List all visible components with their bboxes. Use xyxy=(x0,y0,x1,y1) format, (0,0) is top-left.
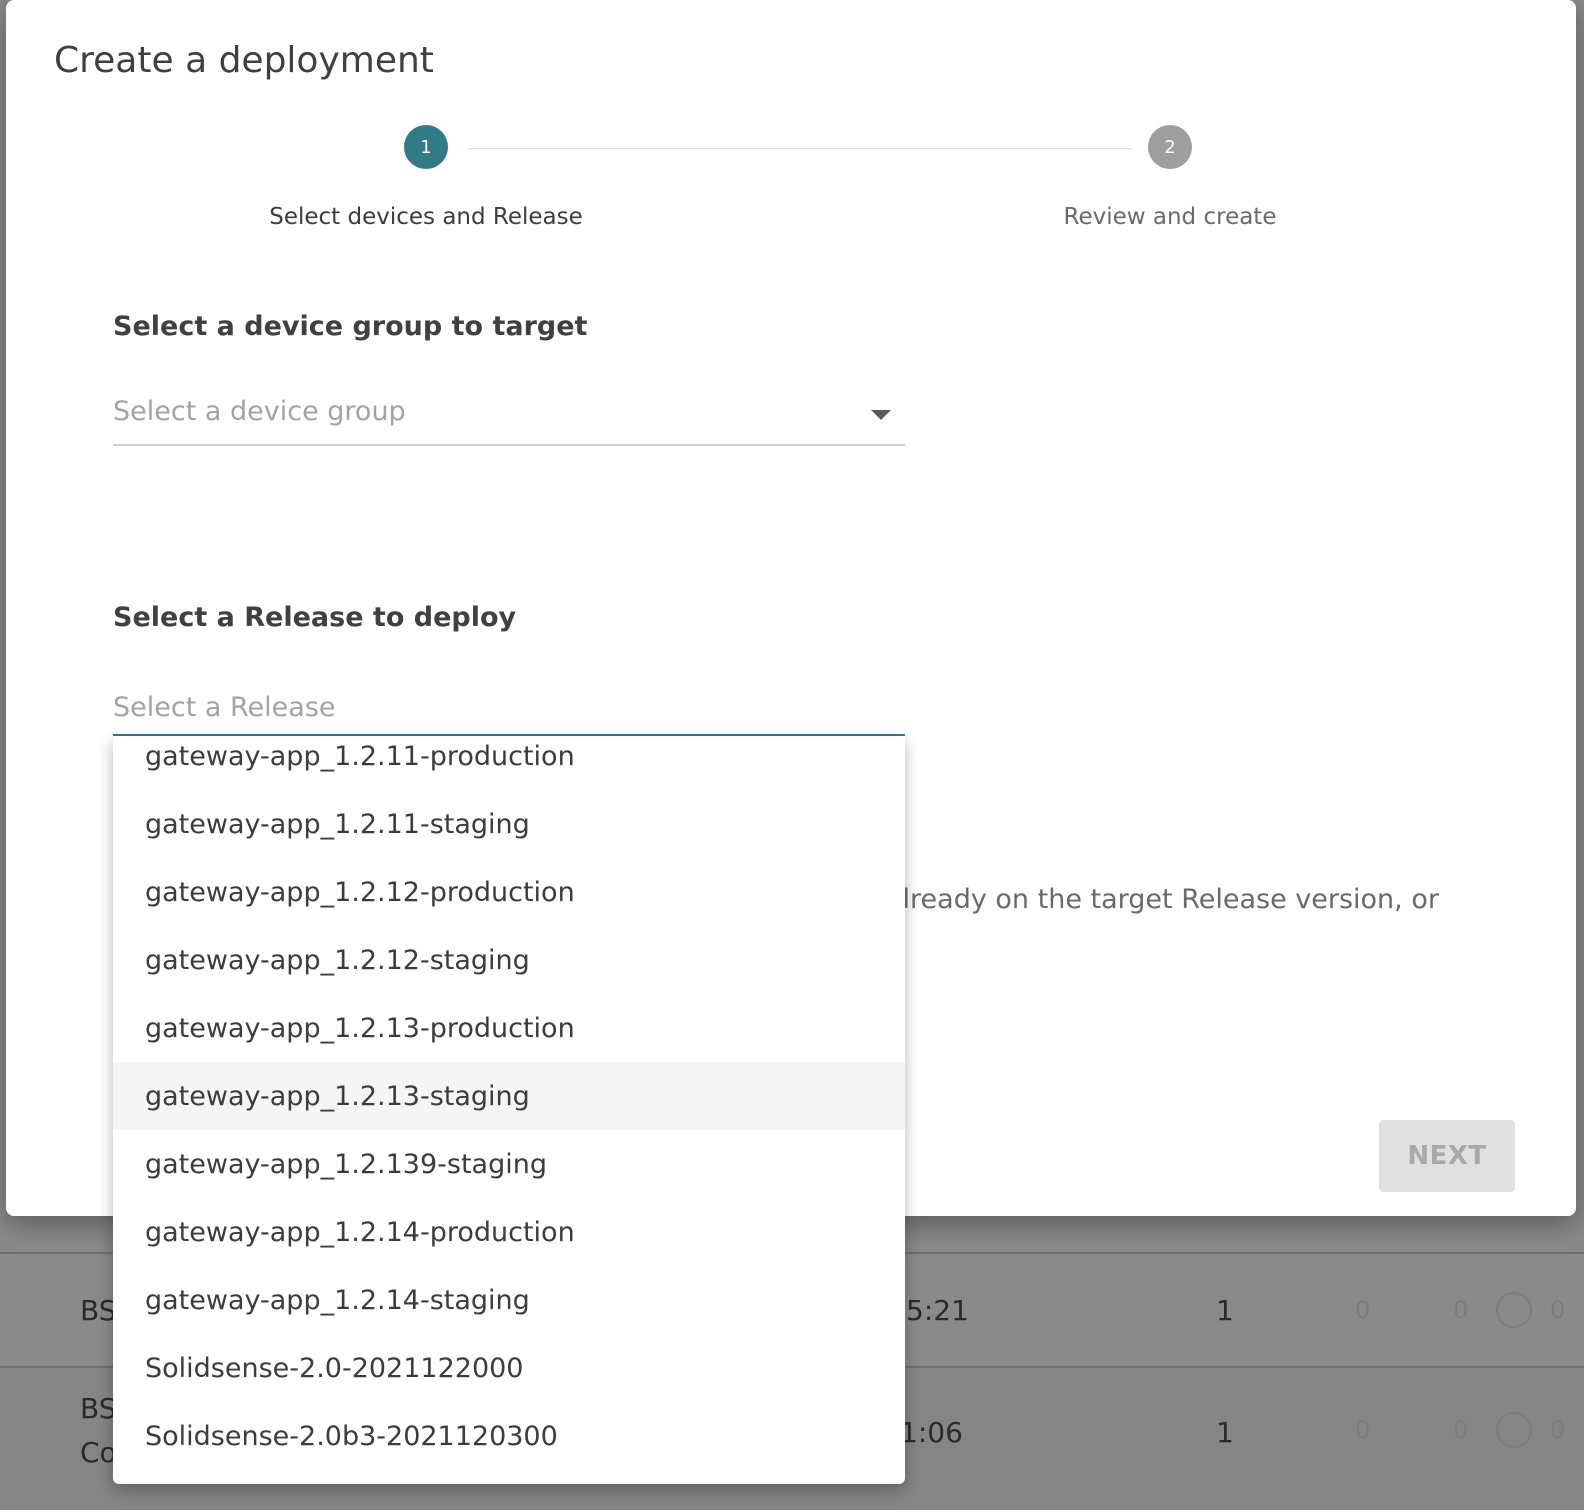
row-count: 1 xyxy=(1216,1294,1234,1327)
row-time: 1:06 xyxy=(900,1416,963,1449)
release-option[interactable]: gateway-app_1.2.14-production xyxy=(113,1198,905,1266)
row-value: 0 xyxy=(1453,1416,1469,1444)
row-name: BS xyxy=(80,1392,117,1425)
release-hint-text: already on the target Release version, o… xyxy=(886,884,1439,915)
device-group-select[interactable]: Select a device group xyxy=(113,388,905,446)
row-name-line2: Co xyxy=(80,1436,117,1469)
device-group-placeholder: Select a device group xyxy=(113,396,406,427)
release-option[interactable]: gateway-app_1.2.11-production xyxy=(113,736,905,790)
release-option[interactable]: gateway-app_1.2.12-production xyxy=(113,858,905,926)
next-button[interactable]: NEXT xyxy=(1379,1120,1515,1192)
release-search-input[interactable] xyxy=(113,686,893,728)
row-value: 0 xyxy=(1550,1416,1566,1444)
caret-down-icon[interactable] xyxy=(871,410,891,420)
step-2-indicator: 2 xyxy=(1148,125,1192,169)
release-heading: Select a Release to deploy xyxy=(113,602,517,633)
step-1-label: Select devices and Release xyxy=(269,204,583,230)
row-name: BS xyxy=(80,1294,117,1327)
release-option[interactable]: gateway-app_1.2.11-staging xyxy=(113,790,905,858)
release-option[interactable]: gateway-app_1.2.12-staging xyxy=(113,926,905,994)
status-circle-icon xyxy=(1496,1412,1532,1448)
release-option[interactable]: Solidsense-2.0b3-2021120300 xyxy=(113,1402,905,1470)
release-option[interactable]: Solidsense-2.0-2021122000 xyxy=(113,1334,905,1402)
row-value: 0 xyxy=(1355,1296,1371,1324)
status-circle-icon xyxy=(1496,1292,1532,1328)
release-option-highlighted[interactable]: gateway-app_1.2.13-staging xyxy=(113,1062,905,1130)
stepper-connector xyxy=(468,148,1132,149)
release-option[interactable]: gateway-app_1.2.13-production xyxy=(113,994,905,1062)
release-option[interactable]: gateway-app_1.2.14-staging xyxy=(113,1266,905,1334)
row-count: 1 xyxy=(1216,1416,1234,1449)
release-option[interactable]: gateway-app_1.2.139-staging xyxy=(113,1130,905,1198)
step-1-indicator: 1 xyxy=(404,125,448,169)
step-2-label: Review and create xyxy=(1063,204,1277,230)
row-value: 0 xyxy=(1453,1296,1469,1324)
dialog-title: Create a deployment xyxy=(54,40,434,81)
release-autocomplete[interactable] xyxy=(113,682,905,737)
release-options-list[interactable]: gateway-app_1.2.11-production gateway-ap… xyxy=(113,736,905,1484)
device-group-heading: Select a device group to target xyxy=(113,311,588,342)
row-time: 5:21 xyxy=(906,1294,969,1327)
row-value: 0 xyxy=(1355,1416,1371,1444)
row-value: 0 xyxy=(1550,1296,1566,1324)
